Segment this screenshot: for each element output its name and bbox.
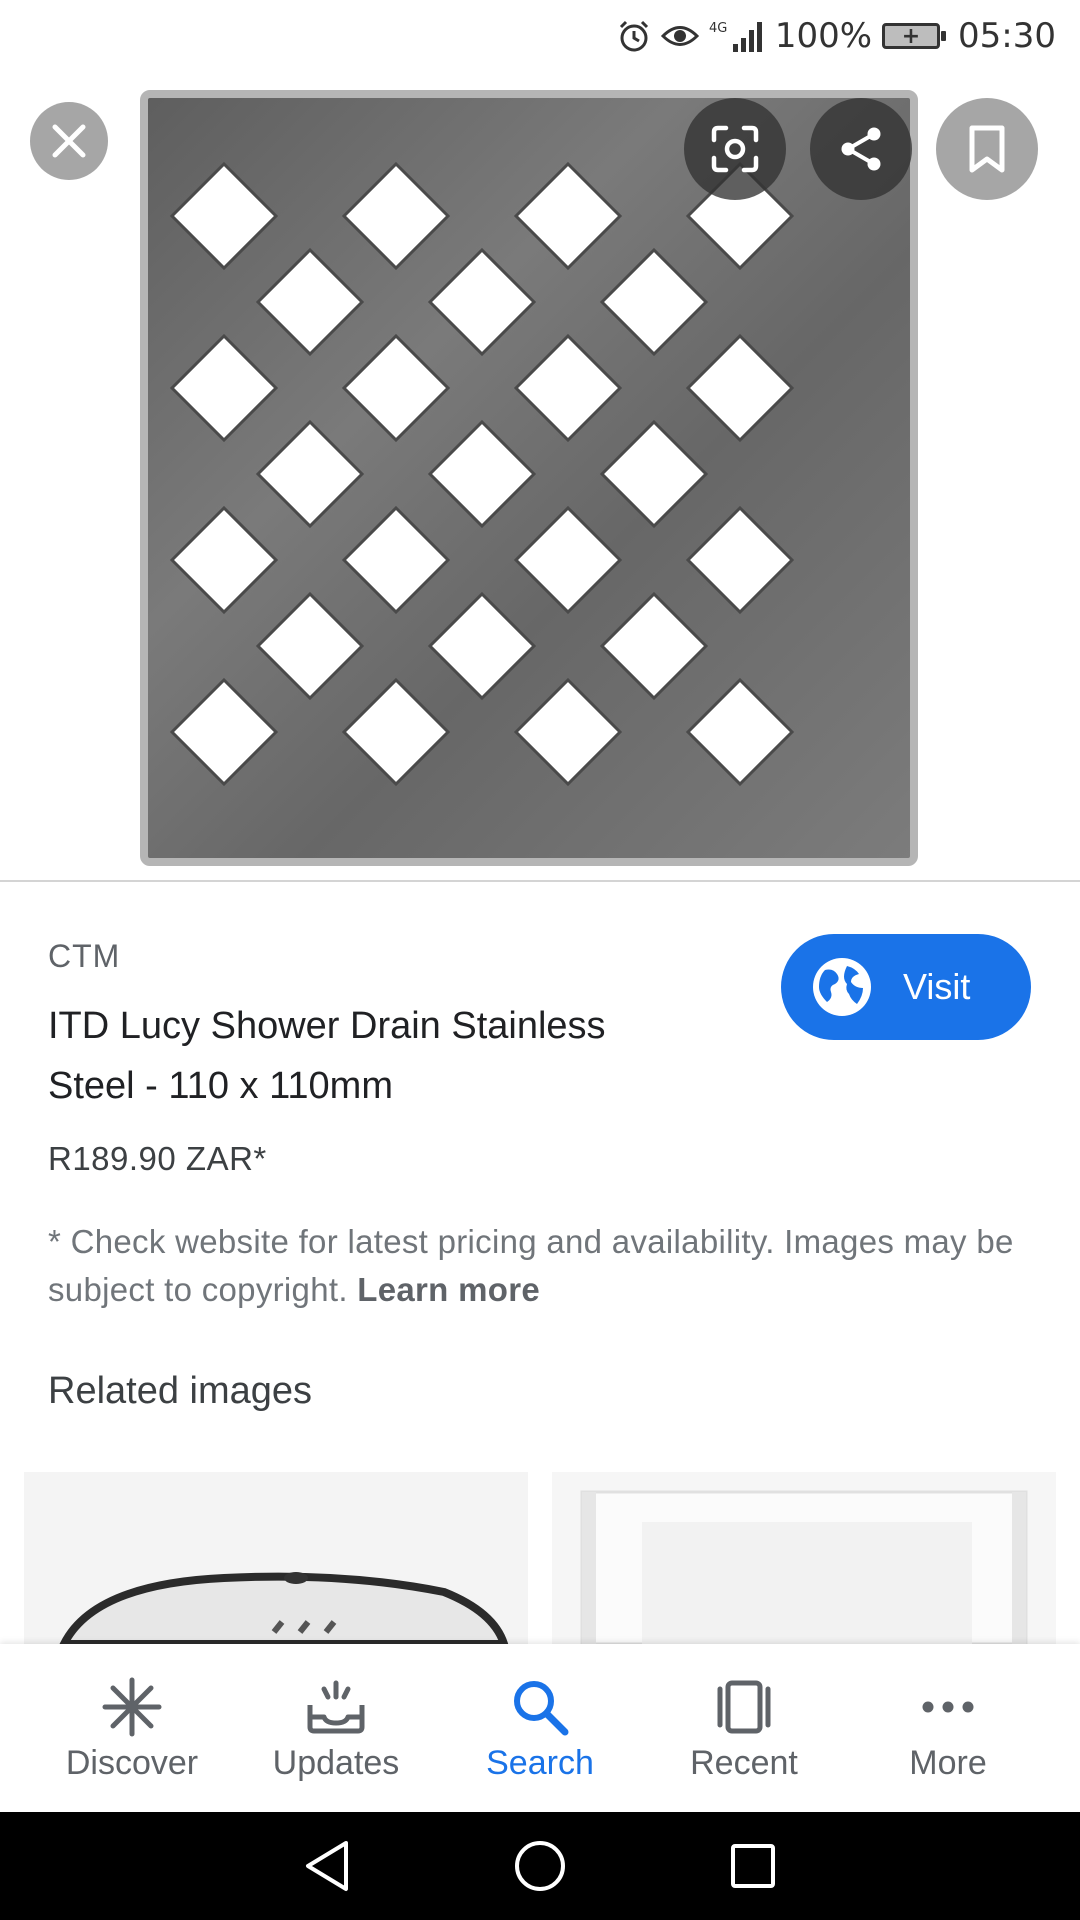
search-icon xyxy=(507,1674,573,1740)
nav-label: Updates xyxy=(272,1743,400,1782)
close-icon xyxy=(52,124,86,158)
nav-more[interactable]: More xyxy=(853,1644,1043,1812)
related-image-thumbnail[interactable] xyxy=(552,1472,1056,1644)
lens-icon xyxy=(711,125,759,173)
bookmark-button[interactable] xyxy=(936,98,1038,200)
home-button[interactable] xyxy=(505,1831,575,1901)
battery-percent: 100% xyxy=(774,16,873,56)
visit-button[interactable]: Visit xyxy=(781,934,1031,1040)
updates-tray-icon xyxy=(303,1674,369,1740)
related-image-white-tray xyxy=(580,1490,1028,1644)
clock: 05:30 xyxy=(958,16,1056,56)
product-title[interactable]: ITD Lucy Shower Drain Stainless Steel - … xyxy=(48,996,698,1116)
system-navigation-bar xyxy=(0,1812,1080,1920)
related-images-heading: Related images xyxy=(48,1370,313,1412)
disclaimer: * Check website for latest pricing and a… xyxy=(48,1218,1038,1314)
share-icon xyxy=(841,127,881,171)
nav-search[interactable]: Search xyxy=(445,1644,635,1812)
back-button[interactable] xyxy=(292,1831,362,1901)
asterisk-icon xyxy=(99,1674,165,1740)
divider xyxy=(0,880,1080,882)
related-images-grid xyxy=(24,1472,1056,1644)
alarm-icon xyxy=(617,19,651,53)
battery-icon: + xyxy=(882,23,947,49)
recent-cards-icon xyxy=(711,1674,777,1740)
close-button[interactable] xyxy=(30,102,108,180)
eye-icon xyxy=(660,21,699,51)
nav-label: Recent xyxy=(690,1743,798,1782)
related-image-thumbnail[interactable] xyxy=(24,1472,528,1644)
nav-label: More xyxy=(909,1743,987,1782)
share-button[interactable] xyxy=(810,98,912,200)
visit-label: Visit xyxy=(903,966,971,1007)
recents-icon xyxy=(731,1844,776,1888)
related-image-drain-cover xyxy=(59,1572,509,1644)
back-icon xyxy=(305,1841,348,1891)
status-bar: 4G 100% + 05:30 xyxy=(0,0,1080,72)
shower-drain-image xyxy=(140,90,918,866)
nav-updates[interactable]: Updates xyxy=(241,1644,431,1812)
bottom-navigation: Discover Updates Search Recent More xyxy=(0,1644,1080,1812)
nav-label: Search xyxy=(486,1743,594,1782)
more-dots-icon xyxy=(915,1674,981,1740)
nav-label: Discover xyxy=(65,1743,199,1782)
network-type: 4G xyxy=(709,21,727,36)
learn-more-link[interactable]: Learn more xyxy=(357,1271,540,1308)
globe-icon xyxy=(813,958,871,1016)
lens-button[interactable] xyxy=(684,98,786,200)
source-name: CTM xyxy=(48,938,121,974)
signal-icon: 4G xyxy=(709,18,765,54)
nav-discover[interactable]: Discover xyxy=(37,1644,227,1812)
home-icon xyxy=(514,1841,565,1891)
image-viewer xyxy=(0,72,1080,880)
bookmark-icon xyxy=(969,125,1005,173)
recents-button[interactable] xyxy=(718,1831,788,1901)
nav-recent[interactable]: Recent xyxy=(649,1644,839,1812)
price: R189.90 ZAR* xyxy=(48,1140,267,1177)
